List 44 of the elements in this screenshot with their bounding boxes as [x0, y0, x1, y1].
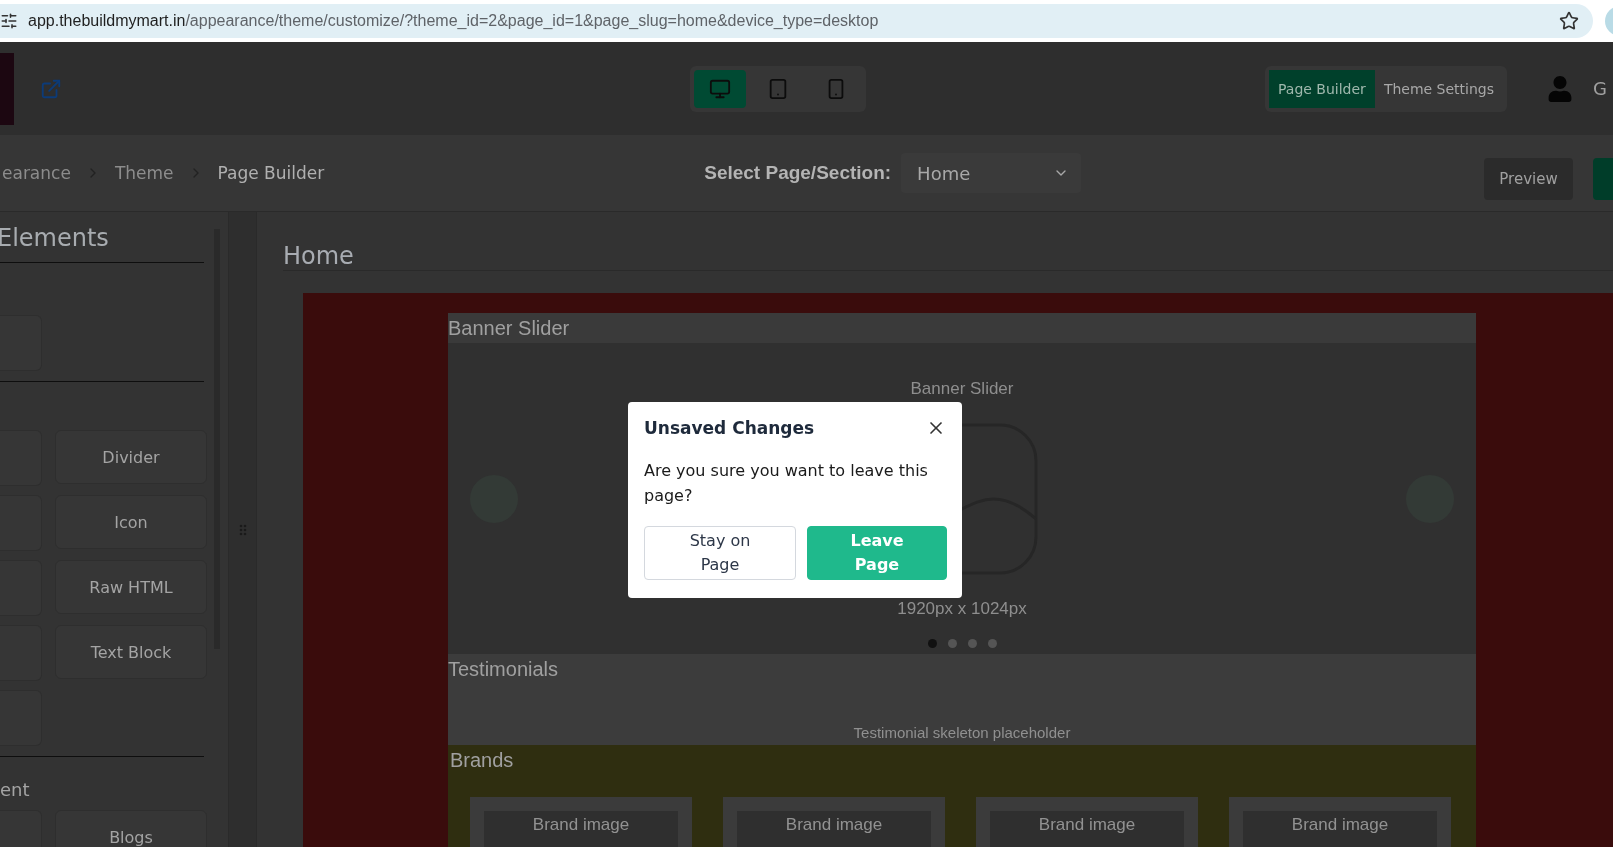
brand-image: Brand image — [737, 811, 931, 847]
url-text: app.thebuildmymart.in/appearance/theme/customize/?theme_id=2&page_id=1&page_slug=home&device_type=desktop — [28, 12, 880, 30]
dialog-message: Are you sure you want to leave this page? — [644, 460, 929, 507]
placeholder-text: Testimonial skeleton placeholder — [853, 724, 1071, 743]
element-card[interactable]: Divider — [55, 430, 207, 484]
select-label: Select Page/Section: — [704, 162, 892, 184]
brand-image: Brand image — [990, 811, 1184, 847]
slider-dot[interactable] — [967, 639, 977, 648]
breadcrumb-link[interactable]: earance — [2, 163, 71, 183]
breadcrumb-link[interactable]: Theme — [114, 163, 174, 183]
banner-size: 1920px x 1024px — [897, 599, 1027, 619]
page-select[interactable]: Home — [901, 153, 1082, 193]
device-button[interactable] — [694, 69, 746, 108]
slider-dot[interactable] — [927, 639, 937, 648]
tablet-icon — [767, 77, 789, 100]
group-heading: ent — [0, 779, 31, 800]
section-title: Banner Slider — [448, 313, 1476, 343]
element-card[interactable]: Raw HTML — [55, 560, 207, 614]
element-card[interactable]: Text Block — [55, 625, 207, 679]
element-card[interactable]: Blogs — [55, 810, 207, 847]
stay-button[interactable]: Stay on Page — [644, 526, 796, 580]
banner-caption: Banner Slider — [910, 379, 1014, 399]
site-settings-icon[interactable] — [0, 12, 18, 30]
bookmark-star-icon[interactable] — [1559, 11, 1579, 31]
external-link-icon[interactable] — [40, 77, 62, 100]
preview-button[interactable]: Preview — [1484, 158, 1573, 200]
canvas-title: Home — [283, 212, 1613, 271]
user-icon[interactable] — [1547, 75, 1574, 102]
slider-dot[interactable] — [947, 639, 957, 648]
breadcrumb-link[interactable]: Page Builder — [217, 163, 325, 183]
slider-dot[interactable] — [987, 639, 997, 648]
leave-button[interactable]: Leave Page — [807, 526, 947, 580]
monitor-icon — [709, 77, 731, 100]
section-title: Testimonials — [448, 656, 560, 682]
brand-image: Brand image — [484, 811, 678, 847]
sidebar-title: Elements — [0, 212, 204, 263]
dialog-title: Unsaved Changes — [644, 418, 815, 438]
section-title: Brands — [449, 747, 515, 773]
address-bar[interactable]: app.thebuildmymart.in/appearance/theme/customize/?theme_id=2&page_id=1&page_slug=home&device_type=desktop — [0, 4, 1593, 38]
user-name[interactable]: G — [1593, 78, 1607, 99]
mode-tab[interactable]: Theme Settings — [1374, 69, 1504, 108]
element-card[interactable]: Icon — [55, 495, 207, 549]
brand-image: Brand image — [1243, 811, 1437, 847]
mode-tab[interactable]: Page Builder — [1269, 69, 1375, 108]
